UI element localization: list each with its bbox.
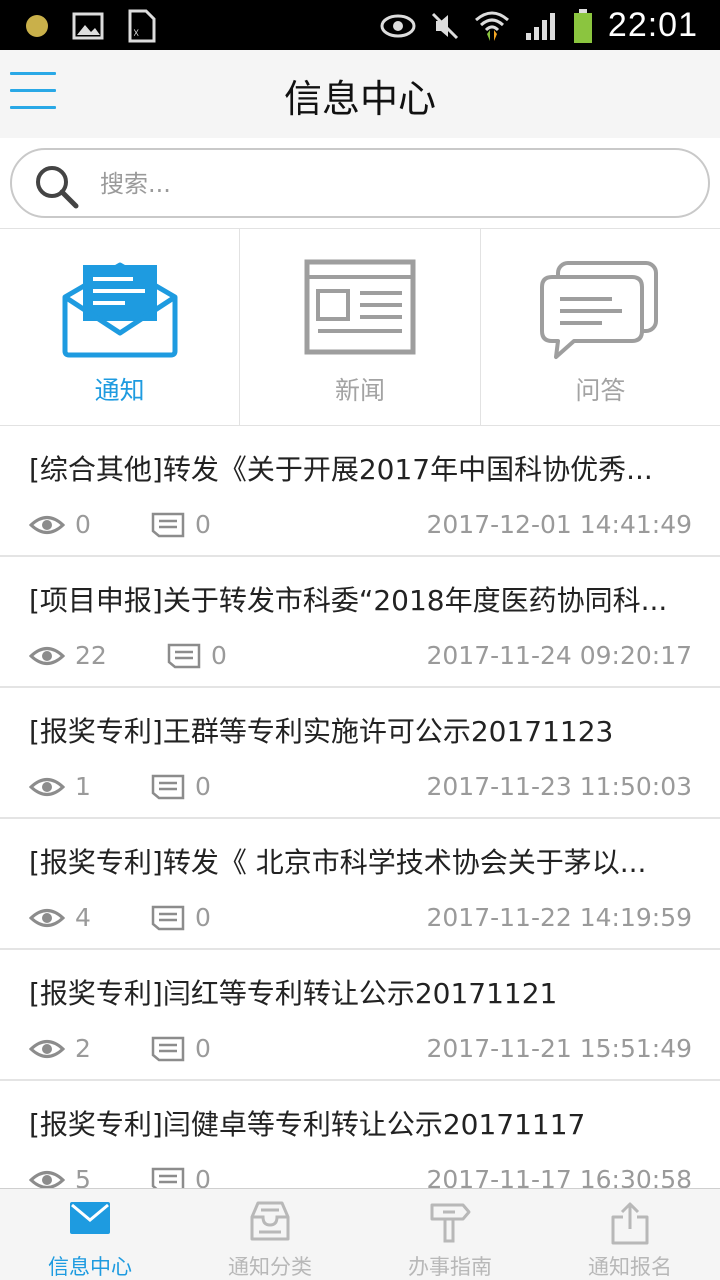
comment-icon [167,643,201,668]
chat-bubbles-icon [540,261,659,359]
top-bar: 信息中心 [0,50,720,138]
view-count: 2 [75,1034,91,1063]
tab-notice[interactable]: 通知 [0,229,241,425]
comment-icon [151,1167,185,1188]
tab-notice-label: 通知 [94,376,145,405]
comment-count: 0 [195,903,211,932]
item-title: [报奖专利]闫红等专利转让公示20171121 [29,977,558,1010]
comment-count: 0 [195,510,211,539]
nav-service-guide-label: 办事指南 [408,1255,492,1279]
item-title: [报奖专利]王群等专利实施许可公示20171123 [29,715,614,748]
nav-notice-signup[interactable]: 通知报名 [540,1189,720,1280]
wifi-icon [474,11,509,41]
item-date: 2017-11-24 09:20:17 [426,641,692,670]
eye-icon [29,515,65,534]
item-date: 2017-11-17 16:30:58 [426,1165,692,1188]
list-item[interactable]: [报奖专利]闫红等专利转让公示20171121 2 0 2017-11-21 1… [0,950,720,1081]
image-icon [72,12,104,40]
eye-icon [29,777,65,796]
notification-dot-icon [26,15,48,37]
bottom-nav: 信息中心 通知分类 办事指南 通知报名 [0,1188,720,1280]
mail-icon [70,1202,110,1234]
clock: 22:01 [607,6,698,44]
eye-icon [29,1039,65,1058]
nav-service-guide[interactable]: 办事指南 [360,1189,540,1280]
battery-icon [573,8,592,43]
envelope-icon [62,262,178,358]
comment-icon [151,1036,185,1061]
eye-icon [380,14,416,37]
search-input[interactable] [100,160,680,208]
item-meta: 5 0 [29,1165,211,1188]
item-title: [综合其他]转发《关于开展2017年中国科协优秀... [29,453,653,486]
search-bar[interactable] [10,148,710,218]
search-icon [36,166,79,209]
nav-info-center-label: 信息中心 [48,1255,132,1279]
inbox-tray-icon [250,1201,290,1241]
view-count: 4 [75,903,91,932]
eye-icon [29,1170,65,1188]
tab-qa-label: 问答 [575,376,626,405]
newspaper-icon [304,259,416,355]
item-meta: 0 0 [29,510,211,539]
list-item[interactable]: [综合其他]转发《关于开展2017年中国科协优秀... 0 0 2017-12-… [0,426,720,557]
item-meta: 4 0 [29,903,211,932]
comment-count: 0 [195,772,211,801]
item-meta: 1 0 [29,772,211,801]
nav-notice-signup-label: 通知报名 [588,1255,672,1279]
category-tabs: 通知 新闻 问答 [0,228,720,426]
mute-icon [431,12,458,39]
item-date: 2017-11-21 15:51:49 [426,1034,692,1063]
signal-icon [525,12,555,40]
view-count: 22 [75,641,107,670]
comment-icon [151,512,185,537]
share-upload-icon [611,1202,649,1245]
comment-icon [151,905,185,930]
item-date: 2017-11-22 14:19:59 [426,903,692,932]
comment-count: 0 [195,1165,211,1188]
page-title: 信息中心 [283,77,436,121]
signpost-icon [430,1203,471,1243]
comment-icon [151,774,185,799]
eye-icon [29,646,65,665]
eye-icon [29,908,65,927]
comment-count: 0 [195,1034,211,1063]
list-item[interactable]: [项目申报]关于转发市科委“2018年度医药协同科... 22 0 2017-1… [0,557,720,688]
nav-info-center[interactable]: 信息中心 [0,1189,180,1280]
comment-count: 0 [211,641,227,670]
list-item[interactable]: [报奖专利]王群等专利实施许可公示20171123 1 0 2017-11-23… [0,688,720,819]
item-title: [项目申报]关于转发市科委“2018年度医药协同科... [29,584,668,617]
tab-news[interactable]: 新闻 [240,229,481,425]
notice-list: [综合其他]转发《关于开展2017年中国科协优秀... 0 0 2017-12-… [0,426,720,1188]
nav-notice-category[interactable]: 通知分类 [180,1189,360,1280]
item-meta: 2 0 [29,1034,211,1063]
sim-card-icon: ☓ [128,9,156,43]
nav-notice-category-label: 通知分类 [228,1255,312,1279]
item-date: 2017-11-23 11:50:03 [426,772,692,801]
item-title: [报奖专利]转发《 北京市科学技术协会关于茅以... [29,846,647,879]
tab-news-label: 新闻 [334,376,385,405]
status-bar: ☓ 22:01 [0,0,720,50]
svg-text:☓: ☓ [133,26,139,40]
view-count: 0 [75,510,91,539]
list-item[interactable]: [报奖专利]转发《 北京市科学技术协会关于茅以... 4 0 2017-11-2… [0,819,720,950]
tab-qa[interactable]: 问答 [481,229,720,425]
item-title: [报奖专利]闫健卓等专利转让公示20171117 [29,1108,586,1141]
view-count: 5 [75,1165,91,1188]
list-item[interactable]: [报奖专利]闫健卓等专利转让公示20171117 5 0 2017-11-17 … [0,1081,720,1188]
item-date: 2017-12-01 14:41:49 [426,510,692,539]
view-count: 1 [75,772,91,801]
item-meta: 22 0 [29,641,227,670]
